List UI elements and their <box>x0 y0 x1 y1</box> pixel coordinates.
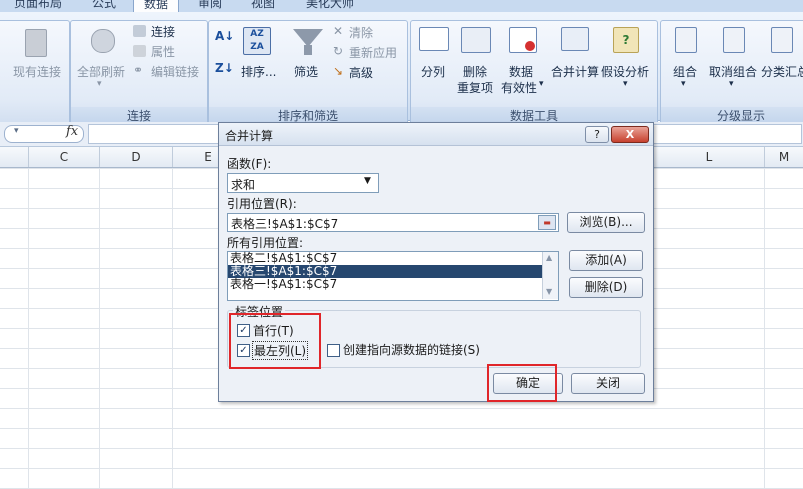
text-to-columns-button[interactable]: 分列 <box>421 63 445 80</box>
sort-az-icon[interactable]: A↓ <box>215 29 234 43</box>
group-outline: 组合 ▾ 取消组合 ▾ 分类汇总 分级显示 <box>660 20 803 126</box>
refresh-all-icon <box>91 29 115 53</box>
close-button[interactable]: 关闭 <box>571 373 645 394</box>
refresh-all-button[interactable]: 全部刷新 <box>77 63 125 80</box>
name-box-dropdown-icon[interactable]: ▾ <box>14 126 19 136</box>
column-header-c[interactable]: C <box>29 147 100 167</box>
tab-page-layout[interactable]: 页面布局 <box>14 0 62 12</box>
all-references-label: 所有引用位置: <box>227 236 304 250</box>
ungroup-icon <box>723 27 745 53</box>
ribbon: 现有连接 全部刷新 ▾ 连接 属性 ⚭ 编辑链接 连接 A↓ Z↓ AZ ZA 排… <box>0 12 803 126</box>
sort-za-icon[interactable]: Z↓ <box>215 61 234 75</box>
help-button[interactable]: ? <box>585 126 609 143</box>
column-header-d[interactable]: D <box>100 147 173 167</box>
function-dropdown-icon[interactable]: ▼ <box>364 176 371 186</box>
function-select[interactable]: 求和 ▼ <box>227 173 379 193</box>
group-icon <box>675 27 697 53</box>
consolidate-dialog: 合并计算 ? X 函数(F): 求和 ▼ 引用位置(R): 表格三!$A$1:$… <box>218 122 654 402</box>
scroll-down-icon[interactable]: ▼ <box>546 287 552 296</box>
reapply-icon: ↻ <box>333 44 344 58</box>
create-links-checkbox[interactable] <box>327 344 340 357</box>
reapply-button[interactable]: 重新应用 <box>349 44 397 61</box>
grid-line <box>172 168 173 489</box>
grid-line <box>764 168 765 489</box>
connections-icon <box>133 25 146 37</box>
reference-list-item[interactable]: 表格一!$A$1:$C$7 <box>230 278 540 291</box>
remove-duplicates-label-2[interactable]: 重复项 <box>457 79 493 96</box>
fx-icon[interactable]: fx <box>66 124 78 139</box>
clear-icon: ✕ <box>333 24 344 38</box>
remove-duplicates-icon <box>461 27 491 53</box>
scroll-up-icon[interactable]: ▲ <box>546 253 552 262</box>
function-value: 求和 <box>231 178 256 192</box>
group-connections: 全部刷新 ▾ 连接 属性 ⚭ 编辑链接 连接 <box>70 20 208 126</box>
properties-icon <box>133 45 146 57</box>
existing-connections-icon <box>25 29 47 57</box>
data-validation-label-1[interactable]: 数据 <box>509 63 533 80</box>
validation-circle-icon <box>525 41 535 51</box>
consolidate-button[interactable]: 合并计算 <box>551 63 599 80</box>
tab-formulas[interactable]: 公式 <box>92 0 116 12</box>
reference-label: 引用位置(R): <box>227 197 297 211</box>
what-if-dropdown-icon[interactable]: ▾ <box>623 79 628 89</box>
title-close-button[interactable]: X <box>611 126 649 143</box>
column-header-m[interactable]: M <box>765 147 803 167</box>
edit-links-button[interactable]: 编辑链接 <box>151 63 199 80</box>
tab-view[interactable]: 视图 <box>251 0 275 12</box>
advanced-icon: ↘ <box>333 64 344 78</box>
delete-button[interactable]: 删除(D) <box>569 277 643 298</box>
column-header-b[interactable] <box>0 147 29 167</box>
what-if-icon: ? <box>613 27 639 53</box>
connections-button[interactable]: 连接 <box>151 23 175 40</box>
subtotal-icon <box>771 27 793 53</box>
add-button[interactable]: 添加(A) <box>569 250 643 271</box>
filter-icon-stem <box>304 45 312 55</box>
data-validation-label-2[interactable]: 有效性 <box>501 79 537 96</box>
consolidate-icon <box>561 27 589 51</box>
tab-review[interactable]: 审阅 <box>198 0 222 12</box>
browse-button[interactable]: 浏览(B)... <box>567 212 645 233</box>
collapse-dialog-icon[interactable]: ▬ <box>538 215 556 230</box>
validation-dropdown-icon[interactable]: ▾ <box>539 79 544 89</box>
all-references-list[interactable]: 表格二!$A$1:$C$7 表格三!$A$1:$C$7 表格一!$A$1:$C$… <box>227 251 559 301</box>
create-links-label[interactable]: 创建指向源数据的链接(S) <box>343 341 480 358</box>
sort-dialog-icon: AZ ZA <box>243 27 271 55</box>
what-if-button[interactable]: 假设分析 <box>601 63 649 80</box>
existing-connections-button[interactable]: 现有连接 <box>13 63 61 80</box>
ungroup-dropdown-icon[interactable]: ▾ <box>729 79 734 89</box>
grid-line <box>28 168 29 489</box>
column-header-l[interactable]: L <box>654 147 765 167</box>
subtotal-button[interactable]: 分类汇总 <box>761 63 803 80</box>
grid-line <box>99 168 100 489</box>
highlight-box-ok <box>487 364 557 402</box>
properties-button[interactable]: 属性 <box>151 43 175 60</box>
ribbon-tab-strip: 页面布局 公式 数据 审阅 视图 美化大师 <box>0 0 803 14</box>
clear-button[interactable]: 清除 <box>349 24 373 41</box>
group-button[interactable]: 组合 <box>673 63 697 80</box>
list-scrollbar[interactable]: ▲ ▼ <box>542 252 558 299</box>
text-to-columns-icon <box>419 27 449 51</box>
tab-beautify[interactable]: 美化大师 <box>306 0 354 12</box>
ungroup-button[interactable]: 取消组合 <box>709 63 757 80</box>
group-sort-filter: A↓ Z↓ AZ ZA 排序... 筛选 ✕ 清除 ↻ 重新应用 ↘ 高级 排序和… <box>208 20 408 126</box>
group-get-external: 现有连接 <box>0 20 70 126</box>
sort-button[interactable]: 排序... <box>241 63 276 80</box>
dialog-title: 合并计算 <box>225 129 274 143</box>
filter-button[interactable]: 筛选 <box>294 63 318 80</box>
reference-value: 表格三!$A$1:$C$7 <box>231 217 339 231</box>
dialog-title-bar[interactable]: 合并计算 ? X <box>219 123 653 146</box>
group-dropdown-icon[interactable]: ▾ <box>681 79 686 89</box>
function-label: 函数(F): <box>227 157 272 171</box>
group-data-tools: 分列 删除 重复项 数据 有效性 ▾ 合并计算 ? 假设分析 ▾ 数据工具 <box>410 20 658 126</box>
highlight-box-checkboxes <box>229 313 321 369</box>
refresh-dropdown-icon[interactable]: ▾ <box>97 79 102 89</box>
reference-input[interactable]: 表格三!$A$1:$C$7 ▬ <box>227 213 559 232</box>
remove-duplicates-label-1[interactable]: 删除 <box>463 63 487 80</box>
link-icon: ⚭ <box>133 63 144 77</box>
advanced-button[interactable]: 高级 <box>349 64 373 81</box>
